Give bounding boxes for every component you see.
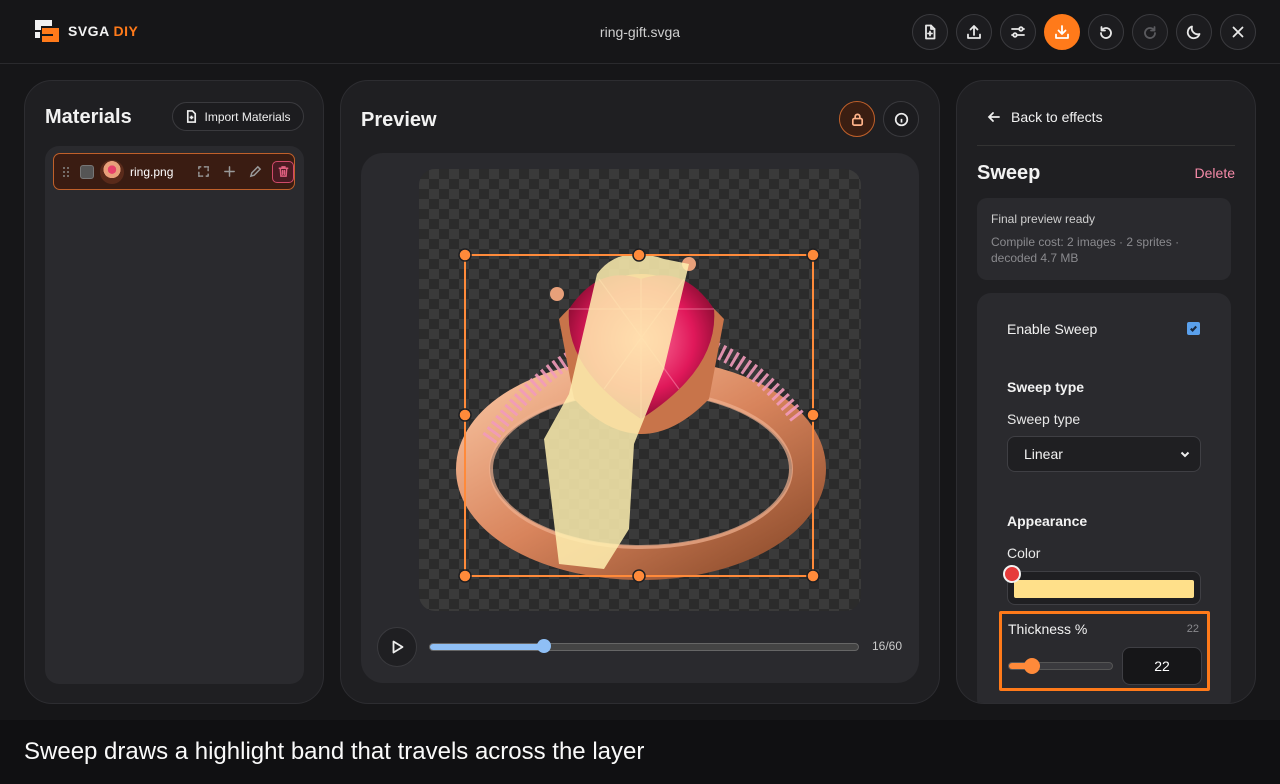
material-thumbnail <box>100 159 124 184</box>
enable-sweep-checkbox[interactable] <box>1187 322 1200 335</box>
thickness-readout: 22 <box>1186 623 1199 635</box>
color-swatch[interactable] <box>1014 580 1194 598</box>
undo-button[interactable] <box>1088 14 1124 50</box>
thickness-label: Thickness % <box>1008 621 1088 637</box>
lock-button[interactable] <box>839 101 875 137</box>
material-tools <box>194 160 294 183</box>
thickness-slider-thumb[interactable] <box>1023 658 1040 674</box>
toolbar-actions <box>912 14 1256 50</box>
status-detail: Compile cost: 2 images · 2 sprites · dec… <box>991 235 1180 265</box>
redo-icon <box>1144 26 1156 39</box>
color-picker[interactable] <box>1003 565 1201 605</box>
play-button[interactable] <box>377 627 417 667</box>
material-name: ring.png <box>130 164 174 179</box>
close-icon <box>1232 26 1244 38</box>
plus-icon <box>223 166 235 177</box>
close-button[interactable] <box>1220 14 1256 50</box>
materials-panel: Materials Import Materials ring.png <box>24 80 324 704</box>
caption-text: Sweep draws a highlight band that travel… <box>24 738 645 765</box>
info-icon <box>894 112 908 126</box>
compile-status-card: Final preview ready Compile cost: 2 imag… <box>977 198 1231 280</box>
check-icon <box>1190 325 1197 333</box>
redo-button[interactable] <box>1132 14 1168 50</box>
import-materials-label: Import Materials <box>204 109 291 124</box>
file-plus-icon <box>925 24 936 40</box>
sweep-type-select[interactable]: Linear <box>1007 436 1201 472</box>
theme-toggle-button[interactable] <box>1176 14 1212 50</box>
sweep-type-value: Linear <box>1024 446 1063 462</box>
dashed-swap-icon <box>197 166 209 177</box>
moon-icon <box>1186 25 1201 40</box>
upload-icon <box>967 25 981 39</box>
preview-panel: Preview 16/60 <box>340 80 940 704</box>
sliders-icon <box>1011 26 1025 38</box>
thickness-slider[interactable] <box>1008 658 1113 674</box>
file-import-icon <box>187 110 197 123</box>
preview-title: Preview <box>361 109 437 131</box>
effect-title: Sweep <box>977 162 1041 184</box>
info-button[interactable] <box>883 101 919 137</box>
material-delete-button[interactable] <box>272 160 294 183</box>
thickness-control-highlight: Thickness % 22 22 <box>999 611 1210 691</box>
effects-panel: Back to effects Sweep Delete Final previ… <box>956 80 1256 704</box>
material-add-button[interactable] <box>220 163 238 181</box>
lock-icon <box>851 113 863 126</box>
upload-button[interactable] <box>956 14 992 50</box>
download-button[interactable] <box>1044 14 1080 50</box>
sweep-type-label: Sweep type <box>1007 411 1081 427</box>
enable-sweep-label: Enable Sweep <box>1007 321 1098 337</box>
drag-handle-icon[interactable] <box>58 166 74 178</box>
settings-button[interactable] <box>1000 14 1036 50</box>
preview-canvas[interactable] <box>419 169 861 611</box>
thickness-input[interactable]: 22 <box>1122 647 1202 685</box>
status-title: Final preview ready <box>991 212 1096 226</box>
preview-stage-wrap: 16/60 <box>361 153 919 683</box>
back-to-effects-label: Back to effects <box>1011 109 1103 125</box>
color-picker-marker[interactable] <box>1003 565 1021 583</box>
play-icon <box>392 640 404 654</box>
materials-list: ring.png <box>45 146 304 684</box>
delete-effect-button[interactable]: Delete <box>1195 165 1235 181</box>
frame-readout: 16/60 <box>872 639 903 653</box>
new-file-button[interactable] <box>912 14 948 50</box>
import-materials-button[interactable]: Import Materials <box>172 102 304 131</box>
material-edit-button[interactable] <box>246 163 264 181</box>
appearance-section-heading: Appearance <box>1007 513 1088 529</box>
arrow-left-icon <box>987 112 1000 122</box>
frame-slider-thumb[interactable] <box>537 639 552 653</box>
download-icon <box>1055 25 1069 39</box>
sweep-settings-card: Enable Sweep Sweep type Sweep type Linea… <box>977 293 1231 703</box>
pencil-icon <box>249 165 261 178</box>
material-checkbox[interactable] <box>80 164 94 179</box>
app-root: SVGA DIY ring-gift.svga Materials Import… <box>0 0 1280 784</box>
material-item[interactable]: ring.png <box>53 153 295 190</box>
back-to-effects-link[interactable]: Back to effects <box>987 109 1103 125</box>
frame-slider[interactable] <box>429 639 859 653</box>
trash-icon <box>278 166 288 177</box>
materials-title: Materials <box>45 106 132 128</box>
top-bar: SVGA DIY ring-gift.svga <box>0 0 1280 64</box>
material-replace-button[interactable] <box>194 163 212 181</box>
caption-bar: Sweep draws a highlight band that travel… <box>0 720 1280 784</box>
ring-layer <box>456 248 826 583</box>
chevron-down-icon <box>1180 451 1190 458</box>
sweep-type-section-heading: Sweep type <box>1007 379 1085 395</box>
undo-icon <box>1100 26 1112 39</box>
color-label: Color <box>1007 545 1041 561</box>
frame-slider-fill <box>430 644 545 650</box>
divider <box>977 145 1235 146</box>
